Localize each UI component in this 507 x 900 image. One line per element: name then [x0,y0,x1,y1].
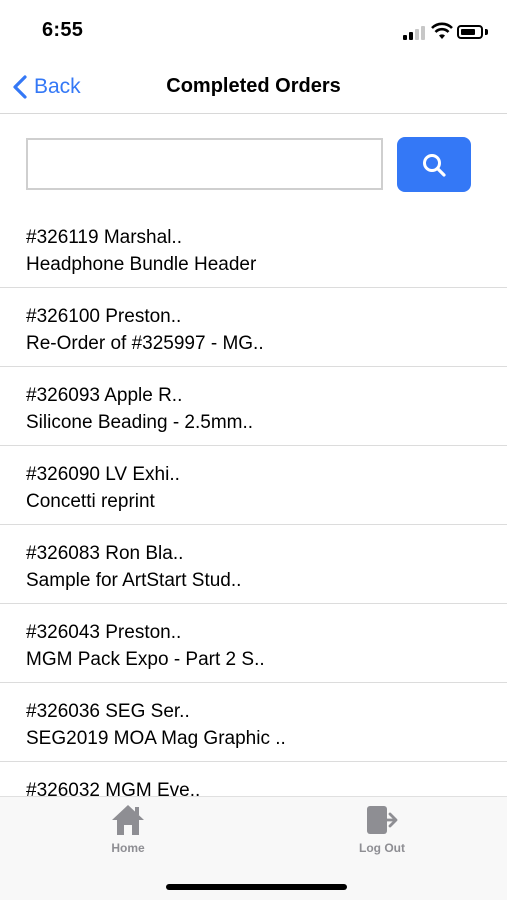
home-icon [112,805,144,835]
order-description: SEG2019 MOA Mag Graphic .. [26,728,286,749]
order-description: Silicone Beading - 2.5mm.. [26,412,254,433]
search-button[interactable] [397,137,471,192]
order-list-item[interactable]: #326119 Marshal.. Headphone Bundle Header [0,209,507,288]
logout-icon [367,806,398,834]
home-indicator [166,884,347,890]
order-title: #326036 SEG Ser.. [26,701,190,722]
status-time: 6:55 [42,19,84,41]
tab-logout[interactable]: Log Out [322,803,442,855]
order-list[interactable]: #326119 Marshal.. Headphone Bundle Header… [0,209,507,796]
status-bar: 6:55 [0,0,507,60]
search-icon [423,153,446,177]
order-list-item[interactable]: #326043 Preston.. MGM Pack Expo - Part 2 … [0,604,507,683]
order-title: #326043 Preston.. [26,622,182,643]
order-list-item[interactable]: #326032 MGM Eve.. [0,762,507,796]
battery-cap [485,29,488,35]
order-title: #326093 Apple R.. [26,385,183,406]
order-title: #326090 LV Exhi.. [26,464,180,485]
page-title: Completed Orders [166,75,341,97]
search-input[interactable] [26,138,383,190]
order-list-item[interactable]: #326083 Ron Bla.. Sample for ArtStart Stu… [0,525,507,604]
order-description: Concetti reprint [26,491,155,512]
order-list-item[interactable]: #326090 LV Exhi.. Concetti reprint [0,446,507,525]
tab-logout-label: Log Out [359,841,405,855]
order-description: Re-Order of #325997 - MG.. [26,333,264,354]
order-description: MGM Pack Expo - Part 2 S.. [26,649,265,670]
order-title: #326083 Ron Bla.. [26,543,184,564]
order-list-item[interactable]: #326093 Apple R.. Silicone Beading - 2.5m… [0,367,507,446]
cellular-signal-icon [403,26,427,40]
order-title: #326119 Marshal.. [26,227,182,248]
order-description: Sample for ArtStart Stud.. [26,570,242,591]
order-description: Headphone Bundle Header [26,254,257,275]
order-list-item[interactable]: #326036 SEG Ser.. SEG2019 MOA Mag Graphic… [0,683,507,762]
order-list-item[interactable]: #326100 Preston.. Re-Order of #325997 - M… [0,288,507,367]
order-title: #326032 MGM Eve.. [26,780,201,796]
battery-icon [457,25,483,39]
wifi-icon [431,22,453,39]
navigation-bar: Back Completed Orders [0,60,507,114]
tab-home-label: Home [111,841,145,855]
order-title: #326100 Preston.. [26,306,182,327]
tab-home[interactable]: Home [68,803,188,855]
